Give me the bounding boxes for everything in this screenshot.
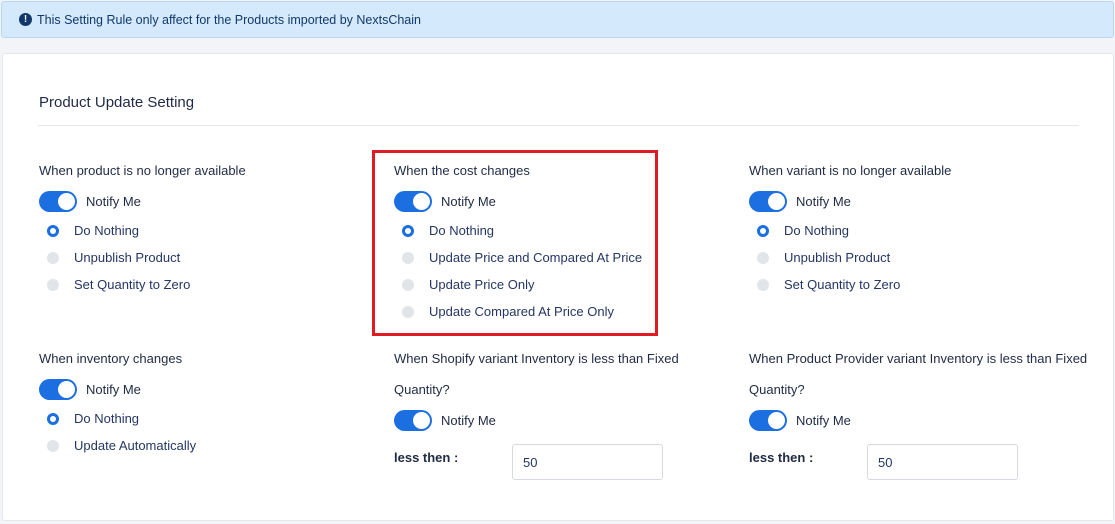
card-title: Product Update Setting [39, 94, 195, 111]
notify-toggle-row: Notify Me [39, 186, 246, 217]
exclamation-circle-icon: ! [19, 13, 32, 26]
section-title: When variant is no longer available [749, 163, 952, 178]
section-title-line2: Quantity? [749, 382, 805, 397]
notify-toggle-row: Notify Me [749, 405, 1087, 436]
radio-option[interactable]: Unpublish Product [749, 244, 951, 271]
radio-label: Unpublish Product [74, 250, 181, 265]
highlight-box [372, 150, 658, 336]
notify-me-toggle[interactable] [39, 191, 77, 212]
radio-unchecked[interactable] [757, 251, 769, 264]
radio-option[interactable]: Update Automatically [39, 432, 196, 459]
notify-me-label: Notify Me [86, 194, 141, 209]
radio-label: Update Automatically [74, 438, 197, 453]
provider-quantity-input[interactable] [867, 444, 1018, 480]
notify-me-label: Notify Me [86, 382, 141, 397]
alert-text: This Setting Rule only affect for the Pr… [37, 12, 421, 27]
radio-label: Do Nothing [74, 223, 140, 238]
toggle-knob [413, 412, 430, 429]
toggle-knob [58, 193, 75, 210]
radio-option[interactable]: Do Nothing [39, 217, 246, 244]
toggle-knob [58, 381, 75, 398]
radio-option[interactable]: Do Nothing [749, 217, 951, 244]
product-update-setting-card: Product Update Setting When product is n… [2, 53, 1114, 521]
radio-label: Unpublish Product [784, 250, 891, 265]
radio-checked[interactable] [47, 224, 59, 237]
radio-unchecked[interactable] [47, 278, 59, 291]
section-title: When product is no longer available [39, 163, 246, 178]
less-then-row: less then : [394, 444, 679, 480]
radio-checked[interactable] [47, 412, 59, 425]
notify-me-label: Notify Me [796, 194, 851, 209]
notify-toggle-row: Notify Me [394, 405, 679, 436]
radio-option[interactable]: Set Quantity to Zero [39, 271, 246, 298]
section-provider-inventory: When Product Provider variant Inventory … [749, 343, 1087, 480]
notify-me-toggle[interactable] [749, 191, 787, 212]
less-then-label: less then : [394, 450, 459, 465]
radio-option[interactable]: Set Quantity to Zero [749, 271, 951, 298]
notify-me-label: Notify Me [441, 413, 496, 428]
radio-label: Do Nothing [74, 411, 140, 426]
toggle-knob [768, 412, 785, 429]
toggle-knob [768, 193, 785, 210]
section-title-line1: When Product Provider variant Inventory … [749, 351, 1088, 366]
notify-me-toggle[interactable] [39, 379, 77, 400]
radio-label: Set Quantity to Zero [74, 277, 191, 292]
section-shopify-inventory: When Shopify variant Inventory is less t… [394, 343, 679, 480]
notify-me-toggle[interactable] [749, 410, 787, 431]
section-variant-unavailable: When variant is no longer available Noti… [749, 155, 951, 298]
section-title-line2: Quantity? [394, 382, 450, 397]
notify-toggle-row: Notify Me [749, 186, 951, 217]
section-title: When inventory changes [39, 351, 183, 366]
radio-checked[interactable] [757, 224, 769, 237]
shopify-quantity-input[interactable] [512, 444, 663, 480]
notify-me-label: Notify Me [796, 413, 851, 428]
info-alert: ! This Setting Rule only affect for the … [1, 1, 1114, 38]
radio-unchecked[interactable] [757, 278, 769, 291]
less-then-row: less then : [749, 444, 1087, 480]
radio-label: Do Nothing [784, 223, 850, 238]
section-title-line1: When Shopify variant Inventory is less t… [394, 351, 679, 366]
notify-toggle-row: Notify Me [39, 374, 196, 405]
less-then-label: less then : [749, 450, 814, 465]
section-product-unavailable: When product is no longer available Noti… [39, 155, 246, 298]
radio-label: Set Quantity to Zero [784, 277, 901, 292]
radio-option[interactable]: Do Nothing [39, 405, 196, 432]
radio-option[interactable]: Unpublish Product [39, 244, 246, 271]
section-inventory-changes: When inventory changes Notify Me Do Noth… [39, 343, 196, 459]
radio-unchecked[interactable] [47, 439, 59, 452]
notify-me-toggle[interactable] [394, 410, 432, 431]
radio-unchecked[interactable] [47, 251, 59, 264]
divider [38, 125, 1079, 126]
